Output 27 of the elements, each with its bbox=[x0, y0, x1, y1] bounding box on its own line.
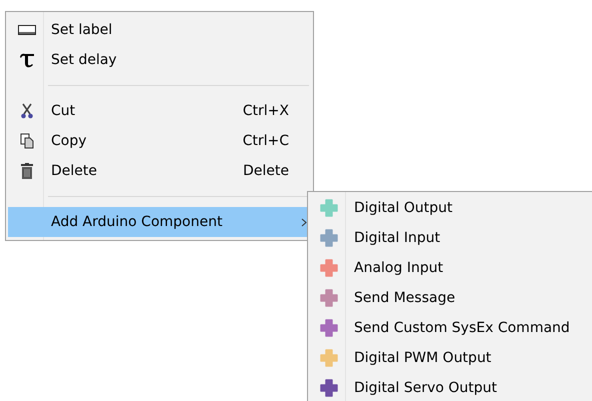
menu-item[interactable]: Digital Servo Output bbox=[348, 380, 498, 396]
copy-icon bbox=[20, 133, 34, 149]
shortcut-label: Ctrl+X bbox=[242, 103, 290, 119]
menu-item[interactable]: Send Custom SysEx Command bbox=[348, 320, 570, 336]
menu-item[interactable]: Copy Ctrl+C bbox=[8, 126, 311, 156]
menu-item-label: Cut bbox=[50, 103, 76, 119]
shortcut-label: Delete bbox=[243, 163, 290, 179]
menu-item-label: Add Arduino Component bbox=[50, 214, 224, 230]
menu-item[interactable]: Cut Ctrl+X bbox=[8, 96, 311, 126]
menu-item[interactable]: Analog Input bbox=[348, 260, 444, 276]
menu-item-label: Set delay bbox=[50, 52, 118, 68]
trash-icon bbox=[20, 163, 34, 179]
menu-item[interactable]: Digital Input bbox=[348, 230, 440, 246]
menu-item[interactable]: Digital PWM Output bbox=[348, 350, 492, 366]
shortcut-label: Ctrl+C bbox=[242, 133, 290, 149]
menu-item[interactable]: Digital Output bbox=[348, 200, 452, 216]
menu-item-label: Delete bbox=[50, 163, 98, 179]
tau-icon bbox=[18, 51, 36, 69]
menu-item[interactable]: Set label bbox=[8, 15, 311, 45]
label-icon bbox=[18, 25, 36, 35]
menu-item[interactable]: Send Message bbox=[348, 290, 456, 306]
menu-item-label: Copy bbox=[50, 133, 88, 149]
menu-item[interactable]: Set delay bbox=[8, 45, 311, 75]
chevron-icon bbox=[301, 218, 307, 226]
scissors-icon bbox=[20, 103, 34, 119]
menu-item[interactable]: Delete Delete bbox=[8, 156, 311, 186]
menu-item-label: Set label bbox=[50, 22, 114, 38]
